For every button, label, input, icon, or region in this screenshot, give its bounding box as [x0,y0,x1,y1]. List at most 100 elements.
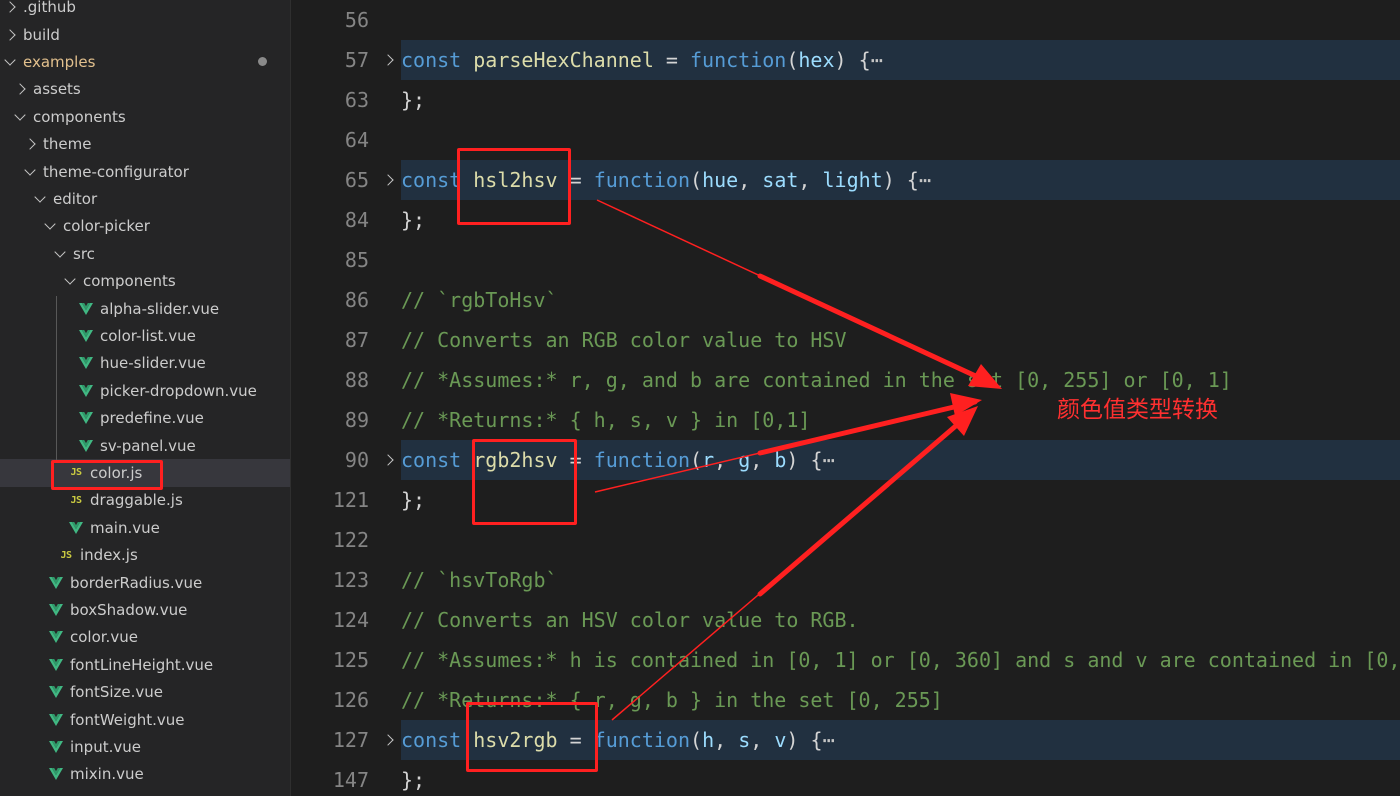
line-number: 147 [332,768,369,792]
explorer-item-main-vue[interactable]: main.vue [0,514,290,541]
explorer-item-boxshadow-vue[interactable]: boxShadow.vue [0,596,290,623]
explorer-item-index-js[interactable]: JS index.js [0,542,290,569]
code-line[interactable]: 126 // *Returns:* { r, g, b } in the set … [291,680,1400,720]
code-line[interactable]: 63}; [291,80,1400,120]
code-token: ) { [786,728,823,752]
explorer-item-borderradius-vue[interactable]: borderRadius.vue [0,569,290,596]
code-token: // `rgbToHsv` [401,288,558,312]
code-text: }; [401,80,425,120]
fold-chevron-icon[interactable] [382,734,394,746]
explorer-item-mixin-vue[interactable]: mixin.vue [0,761,290,788]
code-token: const [401,168,462,192]
explorer-item-components[interactable]: components [0,103,290,130]
code-text: // `rgbToHsv` [401,280,558,320]
code-line[interactable]: 56 [291,0,1400,40]
code-line[interactable]: 123 // `hsvToRgb` [291,560,1400,600]
code-line[interactable]: 64 [291,120,1400,160]
code-line[interactable]: 87 // Converts an RGB color value to HSV [291,320,1400,360]
explorer-item-build[interactable]: build [0,21,290,48]
code-token: const [401,728,462,752]
code-line[interactable]: 85 [291,240,1400,280]
code-editor[interactable]: 56 57 const parseHexChannel = function(hex… [291,0,1400,796]
explorer-item-label: src [73,244,95,263]
line-gutter: 127 [291,720,401,760]
explorer-item-fontweight-vue[interactable]: fontWeight.vue [0,706,290,733]
line-gutter: 89 [291,400,401,440]
explorer-item-alpha-slider-vue[interactable]: alpha-slider.vue [0,295,290,322]
code-token: parseHexChannel [473,48,654,72]
explorer-item-examples[interactable]: examples [0,48,290,75]
code-token: const [401,48,462,72]
line-number: 123 [332,568,369,592]
code-line[interactable]: 84}; [291,200,1400,240]
explorer-item-theme[interactable]: theme [0,131,290,158]
explorer-item-fontsize-vue[interactable]: fontSize.vue [0,679,290,706]
fold-chevron-icon[interactable] [382,174,394,186]
code-token: hue [702,168,739,192]
code-line[interactable]: 89 // *Returns:* { h, s, v } in [0,1] [291,400,1400,440]
explorer-item-editor[interactable]: editor [0,185,290,212]
explorer-item-label: picker-dropdown.vue [100,381,257,400]
vue-file-icon [79,302,93,315]
explorer-item-label: alpha-slider.vue [100,299,220,318]
line-gutter: 56 [291,0,401,40]
code-line[interactable]: 57 const parseHexChannel = function(hex) … [291,40,1400,80]
code-token: v [774,728,787,752]
vue-file-icon [49,686,63,699]
explorer-item-src[interactable]: src [0,240,290,267]
modified-dot-icon [258,57,267,67]
code-token: sat [762,168,799,192]
code-line[interactable]: 147}; [291,760,1400,796]
line-number: 122 [332,528,369,552]
js-file-icon: JS [70,467,82,479]
explorer-item-draggable-js[interactable]: JS draggable.js [0,487,290,514]
code-line[interactable]: 127 const hsv2rgb = function(h, s, v) {⋯ [291,720,1400,760]
line-number: 126 [332,688,369,712]
code-line[interactable]: 122 [291,520,1400,560]
code-line[interactable]: 65 const hsl2hsv = function(hue, sat, lig… [291,160,1400,200]
explorer-item-components[interactable]: components [0,268,290,295]
fold-chevron-icon[interactable] [382,454,394,466]
code-token: ) { [834,48,871,72]
explorer-item--github[interactable]: .github [0,0,290,21]
explorer-item-theme-configurator[interactable]: theme-configurator [0,158,290,185]
explorer-item-hue-slider-vue[interactable]: hue-slider.vue [0,350,290,377]
code-line[interactable]: 121}; [291,480,1400,520]
explorer-item-predefine-vue[interactable]: predefine.vue [0,405,290,432]
code-token: }; [401,768,426,792]
code-line[interactable]: 88 // *Assumes:* r, g, and b are containe… [291,360,1400,400]
explorer-item-picker-dropdown-vue[interactable]: picker-dropdown.vue [0,377,290,404]
explorer-item-color-list-vue[interactable]: color-list.vue [0,322,290,349]
vue-file-icon [49,768,63,781]
explorer-item-input-vue[interactable]: input.vue [0,733,290,760]
vue-file-icon [49,713,63,726]
explorer-item-label: sv-panel.vue [100,436,196,455]
explorer-item-color-js[interactable]: JS color.js [0,459,290,487]
code-line[interactable]: 124 // Converts an HSV color value to RGB… [291,600,1400,640]
code-token: , [714,728,739,752]
explorer-item-label: boxShadow.vue [70,600,188,619]
code-text: const parseHexChannel = function(hex) {⋯ [401,40,883,80]
chevron-down-icon [54,246,66,258]
explorer-item-color-vue[interactable]: color.vue [0,624,290,651]
explorer-item-fontlineheight-vue[interactable]: fontLineHeight.vue [0,651,290,678]
code-line[interactable]: 86 // `rgbToHsv` [291,280,1400,320]
code-token: s [738,728,751,752]
code-token: }; [401,88,426,112]
explorer-item-color-picker[interactable]: color-picker [0,213,290,240]
code-token: ⋯ [918,168,931,192]
code-token: function [593,728,691,752]
code-token: r [702,448,715,472]
code-line[interactable]: 125 // *Assumes:* h is contained in [0, 1… [291,640,1400,680]
line-gutter: 87 [291,320,401,360]
explorer-item-sv-panel-vue[interactable]: sv-panel.vue [0,432,290,459]
code-token: , [714,448,739,472]
code-line[interactable]: 90 const rgb2hsv = function(r, g, b) {⋯ [291,440,1400,480]
vue-file-icon [79,439,93,452]
explorer-item-assets[interactable]: assets [0,76,290,103]
explorer-item-label: editor [53,189,98,208]
js-file-icon: JS [60,549,72,561]
fold-chevron-icon[interactable] [382,54,394,66]
line-gutter: 85 [291,240,401,280]
